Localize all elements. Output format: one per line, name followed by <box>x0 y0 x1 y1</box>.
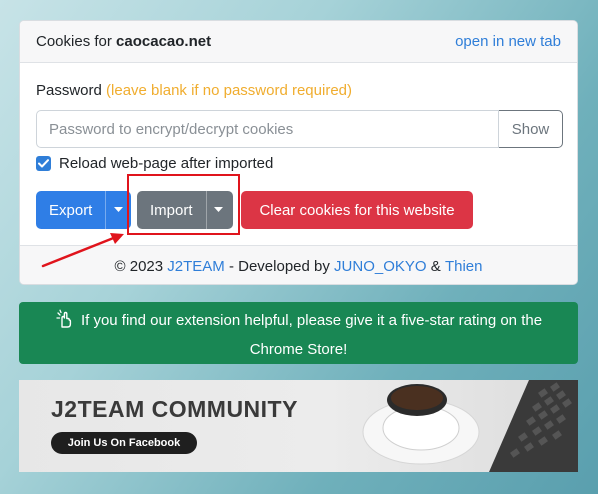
show-password-button[interactable]: Show <box>499 110 563 148</box>
rating-text-line2: Chrome Store! <box>249 341 348 358</box>
checkmark-icon <box>38 159 49 168</box>
join-facebook-button[interactable]: Join Us On Facebook <box>51 432 197 454</box>
title-prefix: Cookies for <box>36 33 112 50</box>
juno-okyo-link[interactable]: JUNO_OKYO <box>334 258 427 275</box>
password-label: Password (leave blank if no password req… <box>36 82 352 99</box>
cookie-panel: Cookies for caocacao.net open in new tab… <box>19 20 578 285</box>
rating-banner[interactable]: If you find our extension helpful, pleas… <box>19 302 578 364</box>
laptop-keyboard-icon <box>489 380 578 472</box>
ampersand-text: & <box>430 257 441 275</box>
j2team-link[interactable]: J2TEAM <box>167 258 225 275</box>
thien-link[interactable]: Thien <box>445 258 483 275</box>
panel-header: Cookies for caocacao.net open in new tab <box>20 21 577 63</box>
password-input[interactable] <box>36 110 499 148</box>
password-label-text: Password <box>36 82 102 99</box>
panel-title: Cookies for caocacao.net <box>36 33 211 50</box>
export-button-group: Export <box>36 191 131 229</box>
copyright-text: © 2023 <box>114 257 164 275</box>
developed-by-text: - Developed by <box>228 257 330 275</box>
site-domain: caocacao.net <box>116 33 212 50</box>
import-highlight-box <box>127 174 240 235</box>
reload-option: Reload web-page after imported <box>36 155 273 172</box>
open-new-tab-link[interactable]: open in new tab <box>455 33 561 50</box>
export-button[interactable]: Export <box>36 191 105 229</box>
community-banner[interactable]: J2TEAM COMMUNITY Join Us On Facebook <box>19 380 578 472</box>
caret-down-icon <box>113 207 123 212</box>
clear-cookies-button[interactable]: Clear cookies for this website <box>241 191 473 229</box>
rating-text-line1: If you find our extension helpful, pleas… <box>80 312 543 329</box>
community-title: J2TEAM COMMUNITY <box>51 396 298 422</box>
password-hint: (leave blank if no password required) <box>106 82 352 99</box>
password-input-group: Show <box>36 110 563 148</box>
reload-label: Reload web-page after imported <box>59 155 274 172</box>
coffee-cup-icon <box>362 384 480 465</box>
panel-footer: © 2023 J2TEAM - Developed by JUNO_OKYO &… <box>20 245 577 284</box>
reload-checkbox[interactable] <box>36 156 51 171</box>
hand-pointer-icon <box>55 309 75 337</box>
